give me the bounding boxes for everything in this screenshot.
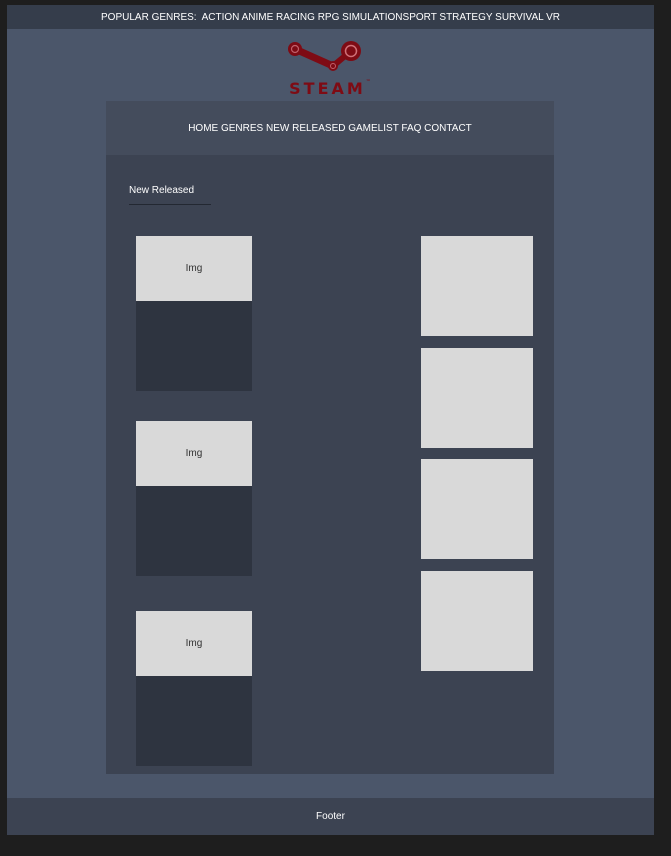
- main-panel: HOME GENRES NEW RELEASED GAMELIST FAQ CO…: [106, 101, 554, 774]
- main-nav: HOME GENRES NEW RELEASED GAMELIST FAQ CO…: [106, 101, 554, 155]
- footer: Footer: [7, 798, 654, 835]
- card-image-placeholder[interactable]: Img: [136, 236, 252, 301]
- popular-genres-text[interactable]: POPULAR GENRES: ACTION ANIME RACING RPG …: [101, 12, 560, 23]
- main-nav-links[interactable]: HOME GENRES NEW RELEASED GAMELIST FAQ CO…: [188, 123, 472, 134]
- section-heading-new-released: New Released: [129, 185, 211, 205]
- sidebar-box[interactable]: [421, 236, 533, 336]
- footer-text: Footer: [316, 811, 345, 822]
- game-card[interactable]: Img: [136, 611, 252, 766]
- steam-logo-icon: [288, 41, 361, 71]
- card-image-label: Img: [185, 448, 203, 459]
- game-card[interactable]: Img: [136, 236, 252, 391]
- steam-logo-text: STEAM™: [289, 79, 371, 98]
- popular-genres-bar: POPULAR GENRES: ACTION ANIME RACING RPG …: [7, 5, 654, 29]
- card-image-placeholder[interactable]: Img: [136, 611, 252, 676]
- game-card[interactable]: Img: [136, 421, 252, 576]
- card-image-label: Img: [185, 263, 203, 274]
- card-image-placeholder[interactable]: Img: [136, 421, 252, 486]
- sidebar-box[interactable]: [421, 571, 533, 671]
- sidebar-box[interactable]: [421, 459, 533, 559]
- steam-logo[interactable]: STEAM™: [285, 39, 375, 99]
- card-image-label: Img: [185, 638, 203, 649]
- page-frame: POPULAR GENRES: ACTION ANIME RACING RPG …: [7, 5, 654, 835]
- sidebar-box[interactable]: [421, 348, 533, 448]
